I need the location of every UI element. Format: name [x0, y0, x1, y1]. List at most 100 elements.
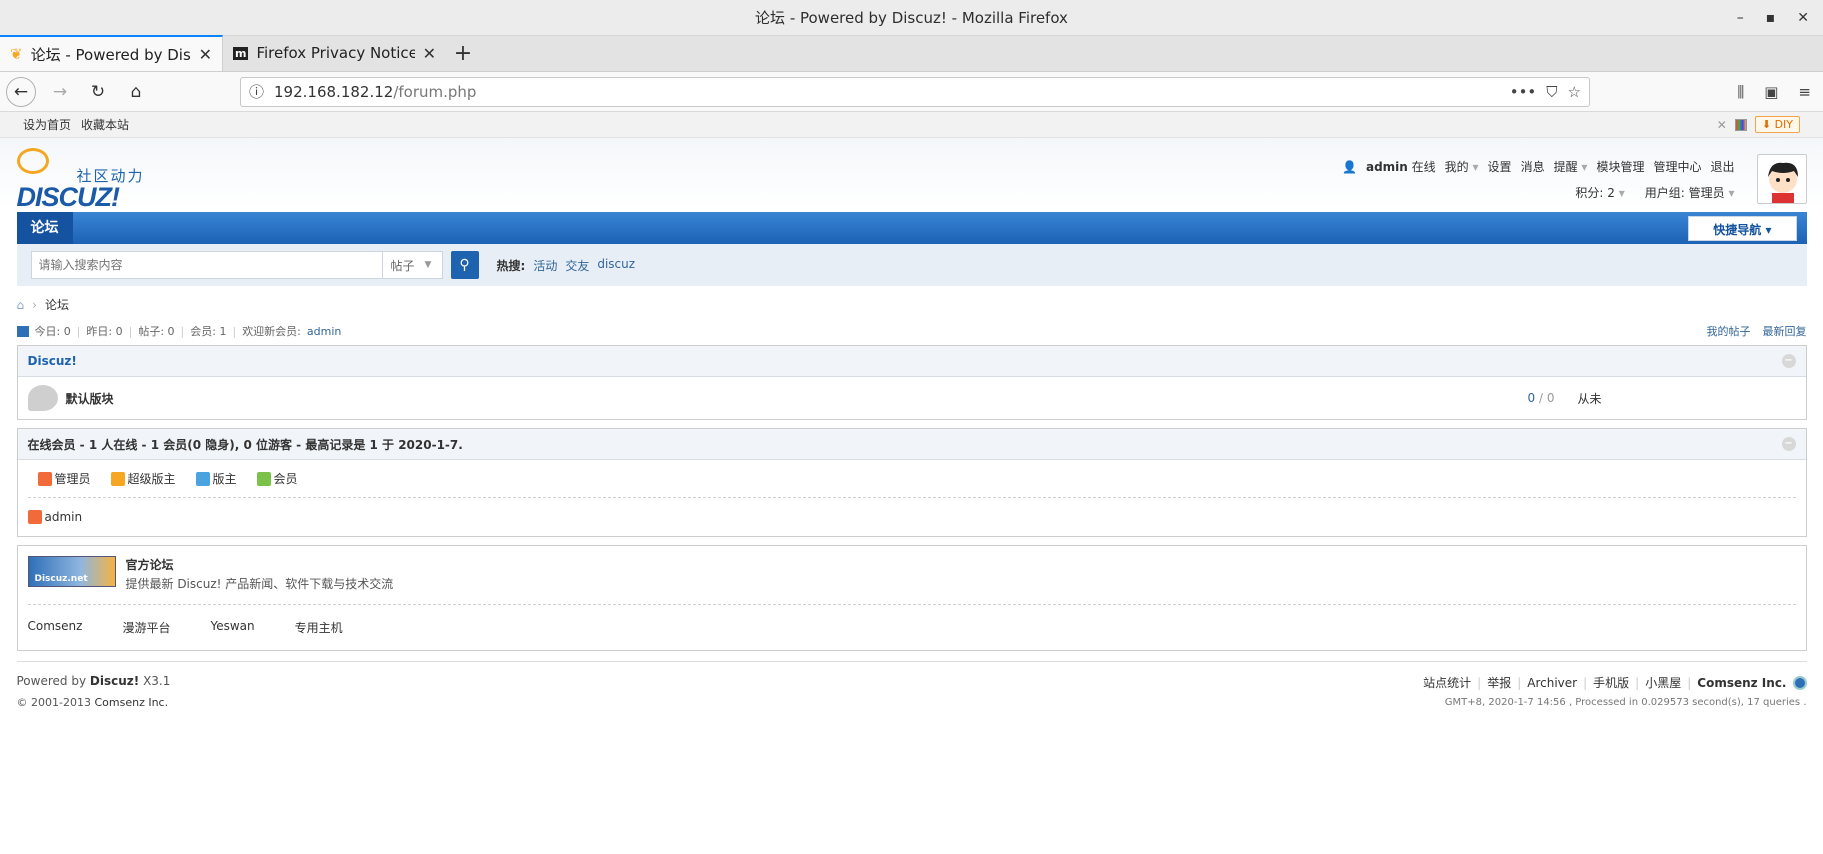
official-forum-link[interactable]: Discuz.net 官方论坛 提供最新 Discuz! 产品新闻、软件下载与技…: [27, 556, 1796, 605]
close-tab-icon[interactable]: ✕: [199, 45, 212, 64]
diy-button[interactable]: ⬇ DIY: [1754, 116, 1800, 133]
footer-link[interactable]: 手机版: [1593, 674, 1629, 691]
logout-link[interactable]: 退出: [1710, 158, 1734, 175]
nav-forum[interactable]: 论坛: [16, 212, 73, 244]
legend-super-mod: 超级版主: [110, 470, 176, 487]
menu-icon[interactable]: ≡: [1798, 83, 1811, 101]
remind-menu[interactable]: 提醒 ▾: [1554, 158, 1588, 175]
stat-posts: 帖子: 0: [138, 325, 175, 338]
site-footer: Powered by Discuz! X3.1 © 2001-2013 Coms…: [16, 661, 1807, 721]
runtime-info: GMT+8, 2020-1-7 14:56 , Processed in 0.0…: [1444, 697, 1807, 708]
tab-bar: ❦ 论坛 - Powered by Discuz ✕ m Firefox Pri…: [0, 35, 1823, 72]
mine-menu[interactable]: 我的 ▾: [1445, 158, 1479, 175]
collapse-icon[interactable]: −: [1781, 437, 1796, 451]
module-manage-link[interactable]: 模块管理: [1596, 158, 1644, 175]
points-menu[interactable]: 积分: 2 ▾: [1575, 184, 1624, 201]
online-header: 在线会员 - 1 人在线 - 1 会员(0 隐身), 0 位游客 - 最高记录是…: [17, 429, 1806, 460]
footer-link[interactable]: 站点统计: [1423, 674, 1471, 691]
security-badge-icon[interactable]: [1792, 675, 1807, 690]
logo-en: DISCUZ!: [16, 182, 120, 212]
library-icon[interactable]: ⫼: [1737, 83, 1744, 101]
footer-company[interactable]: Comsenz Inc.: [1697, 676, 1786, 690]
discuz-favicon-icon: ❦: [10, 45, 23, 63]
url-bar[interactable]: ⓘ 192.168.182.12/forum.php ••• ⛉ ☆: [240, 76, 1590, 107]
tab-forum[interactable]: ❦ 论坛 - Powered by Discuz ✕: [0, 35, 223, 71]
super-mod-user-icon: [110, 471, 125, 486]
hot-link[interactable]: 活动: [533, 257, 557, 274]
footer-link[interactable]: 举报: [1487, 674, 1511, 691]
search-type-select[interactable]: 帖子 ▼: [381, 252, 442, 278]
site-header: 社区动力 DISCUZ! 👤 admin 在线 我的 ▾ 设置 消息 提醒 ▾ …: [16, 138, 1807, 212]
reload-button[interactable]: ↻: [84, 78, 112, 106]
username-link[interactable]: admin: [1366, 160, 1408, 174]
online-legend: 管理员 超级版主 版主 会员: [27, 460, 1796, 498]
set-home-link[interactable]: 设为首页: [23, 116, 71, 133]
mod-user-icon: [195, 471, 210, 486]
stat-welcome: 欢迎新会员:: [242, 325, 301, 338]
online-member-link[interactable]: admin: [45, 510, 83, 524]
sidebar-icon[interactable]: ▣: [1764, 83, 1778, 101]
stat-yesterday: 昨日: 0: [86, 325, 123, 338]
collapse-icon[interactable]: −: [1781, 354, 1796, 368]
home-button[interactable]: ⌂: [122, 78, 150, 106]
hot-link[interactable]: 交友: [565, 257, 589, 274]
quick-nav-button[interactable]: 快捷导航 ▾: [1688, 216, 1797, 241]
my-posts-link[interactable]: 我的帖子: [1707, 323, 1751, 339]
footer-link[interactable]: 小黑屋: [1645, 674, 1681, 691]
settings-link[interactable]: 设置: [1488, 158, 1512, 175]
color-style-icon[interactable]: [1734, 118, 1747, 131]
latest-reply-link[interactable]: 最新回复: [1763, 323, 1807, 339]
hot-link[interactable]: discuz: [597, 257, 635, 274]
info-icon[interactable]: ⓘ: [249, 81, 264, 102]
forum-last-post: 从未: [1577, 391, 1602, 406]
maximize-icon[interactable]: ▪: [1766, 0, 1776, 36]
online-members: admin: [18, 498, 1806, 536]
collapse-icon[interactable]: ✕: [1717, 118, 1727, 132]
breadcrumb: ⌂ › 论坛: [16, 297, 69, 313]
tab-label: Firefox Privacy Notice —: [256, 44, 415, 62]
text-link[interactable]: 专用主机: [295, 619, 343, 636]
text-link[interactable]: Yeswan: [210, 619, 254, 636]
discuz-logo[interactable]: 社区动力 DISCUZ!: [16, 148, 157, 212]
legend-mod: 版主: [195, 470, 237, 487]
footer-links: 站点统计 | 举报 | Archiver | 手机版 | 小黑屋 | Comsenz In…: [1423, 674, 1807, 691]
close-window-icon[interactable]: ✕: [1797, 0, 1809, 36]
text-links: Comsenz 漫游平台 Yeswan 专用主机: [28, 605, 1796, 650]
text-link[interactable]: 漫游平台: [122, 619, 170, 636]
pocket-icon[interactable]: ⛉: [1546, 83, 1557, 101]
page-wrap: 社区动力 DISCUZ! 👤 admin 在线 我的 ▾ 设置 消息 提醒 ▾ …: [16, 138, 1807, 721]
category-title[interactable]: Discuz!: [28, 354, 77, 368]
messages-link[interactable]: 消息: [1521, 158, 1545, 175]
footer-link[interactable]: Archiver: [1527, 676, 1577, 690]
online-box: 在线会员 - 1 人在线 - 1 会员(0 隐身), 0 位游客 - 最高记录是…: [16, 428, 1807, 537]
admin-center-link[interactable]: 管理中心: [1653, 158, 1701, 175]
avatar[interactable]: [1756, 154, 1807, 204]
stat-members: 会员: 1: [190, 325, 227, 338]
favorite-link[interactable]: 收藏本站: [81, 116, 129, 133]
main-nav: 论坛 快捷导航 ▾: [16, 212, 1807, 244]
browser-toolbar: ← → ↻ ⌂ ⓘ 192.168.182.12/forum.php ••• ⛉…: [0, 72, 1823, 112]
search-button[interactable]: ⚲: [450, 251, 479, 279]
search-input[interactable]: [31, 252, 382, 278]
usergroup-menu[interactable]: 用户组: 管理员 ▾: [1645, 184, 1735, 201]
member-user-icon: [256, 471, 271, 486]
text-link[interactable]: Comsenz: [28, 619, 83, 636]
new-tab-button[interactable]: +: [446, 35, 480, 71]
online-title: 在线会员 - 1 人在线 - 1 会员(0 隐身), 0 位游客 - 最高记录是…: [27, 437, 463, 452]
search-icon: ⚲: [459, 257, 470, 273]
back-button[interactable]: ←: [6, 76, 36, 107]
forward-button[interactable]: →: [46, 78, 74, 106]
url-host: 192.168.182.12: [274, 82, 394, 101]
link-desc: 提供最新 Discuz! 产品新闻、软件下载与技术交流: [125, 577, 394, 591]
bookmark-star-icon[interactable]: ☆: [1568, 83, 1581, 101]
tab-privacy-notice[interactable]: m Firefox Privacy Notice — ✕: [223, 35, 446, 71]
link-title: 官方论坛: [125, 558, 174, 572]
page-actions-icon[interactable]: •••: [1510, 83, 1537, 101]
close-tab-icon[interactable]: ✕: [423, 44, 436, 63]
new-member-link[interactable]: admin: [307, 325, 341, 338]
url-path: /forum.php: [393, 82, 477, 101]
minimize-icon[interactable]: –: [1737, 0, 1744, 36]
home-icon[interactable]: ⌂: [17, 298, 25, 312]
forum-name-link[interactable]: 默认版块: [66, 390, 114, 407]
category-header: Discuz! −: [17, 346, 1806, 377]
